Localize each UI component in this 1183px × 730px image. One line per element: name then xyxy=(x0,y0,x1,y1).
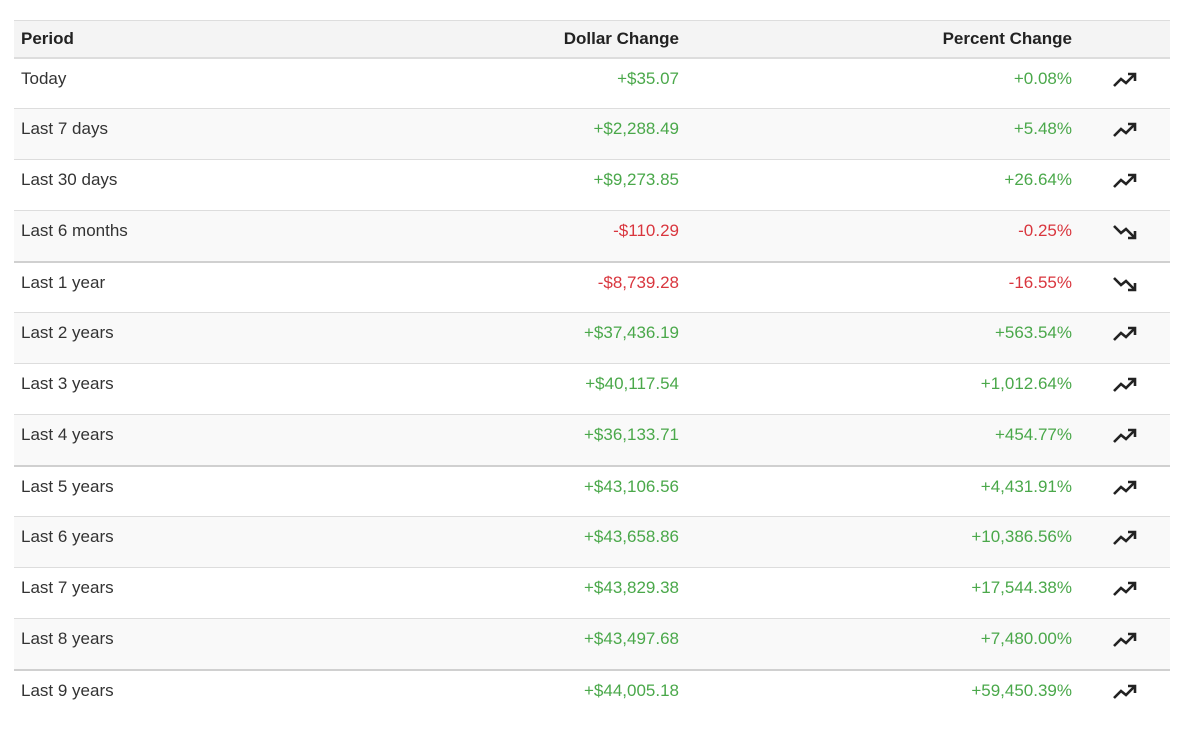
trending-down-icon xyxy=(1112,273,1138,295)
trend-cell xyxy=(1079,58,1170,109)
percent-change-cell: +7,480.00% xyxy=(980,629,1072,648)
trend-cell xyxy=(1079,517,1170,568)
trend-cell xyxy=(1079,211,1170,262)
dollar-change-cell: +$40,117.54 xyxy=(585,374,679,393)
price-change-table-container: Period Dollar Change Percent Change Toda… xyxy=(14,20,1170,721)
trend-cell xyxy=(1079,160,1170,211)
trending-up-icon xyxy=(1112,374,1138,396)
trending-up-icon xyxy=(1112,477,1138,499)
trend-cell xyxy=(1079,109,1170,160)
trending-up-icon xyxy=(1112,681,1138,703)
trend-cell xyxy=(1079,313,1170,364)
dollar-change-cell: +$37,436.19 xyxy=(583,323,679,342)
period-cell: Last 6 years xyxy=(21,527,114,546)
dollar-change-cell: +$43,829.38 xyxy=(583,578,679,597)
period-cell: Last 5 years xyxy=(21,476,114,496)
table-row: Last 7 years +$43,829.38 +17,544.38% xyxy=(14,568,1170,619)
trending-up-icon xyxy=(1112,119,1138,141)
dollar-change-cell: +$43,658.86 xyxy=(583,527,679,546)
trending-up-icon xyxy=(1112,323,1138,345)
column-header-period: Period xyxy=(14,20,414,59)
dollar-change-cell: +$44,005.18 xyxy=(583,680,679,700)
percent-change-cell: +10,386.56% xyxy=(971,527,1072,546)
dollar-change-cell: +$9,273.85 xyxy=(593,170,679,189)
dollar-change-cell: +$36,133.71 xyxy=(583,425,679,444)
table-header: Period Dollar Change Percent Change xyxy=(14,20,1170,59)
period-cell: Last 30 days xyxy=(21,170,118,189)
column-header-percent-change: Percent Change xyxy=(686,20,1079,59)
percent-change-cell: +26.64% xyxy=(1004,170,1072,189)
period-cell: Last 6 months xyxy=(21,221,128,240)
trending-up-icon xyxy=(1112,578,1138,600)
dollar-change-cell: +$2,288.49 xyxy=(593,119,679,138)
table-row: Last 1 year -$8,739.28 -16.55% xyxy=(14,262,1170,313)
dollar-change-cell: +$43,106.56 xyxy=(583,476,679,496)
period-cell: Last 7 years xyxy=(21,578,114,597)
trending-up-icon xyxy=(1112,170,1138,192)
trend-cell xyxy=(1079,568,1170,619)
period-cell: Today xyxy=(21,68,67,88)
table-row: Last 30 days +$9,273.85 +26.64% xyxy=(14,160,1170,211)
trending-up-icon xyxy=(1112,527,1138,549)
period-cell: Last 4 years xyxy=(21,425,114,444)
table-row: Last 6 months -$110.29 -0.25% xyxy=(14,210,1170,262)
table-row: Last 8 years +$43,497.68 +7,480.00% xyxy=(14,618,1170,670)
table-row: Last 2 years +$37,436.19 +563.54% xyxy=(14,312,1170,364)
percent-change-cell: +0.08% xyxy=(1013,68,1072,88)
period-cell: Last 1 year xyxy=(21,272,106,292)
table-body: Today +$35.07 +0.08% Last 7 days +$2,288.49 +… xyxy=(14,58,1170,721)
trend-cell xyxy=(1079,364,1170,415)
table-row: Last 5 years +$43,106.56 +4,431.91% xyxy=(14,466,1170,517)
period-cell: Last 9 years xyxy=(21,680,114,700)
trending-up-icon xyxy=(1112,69,1138,91)
trend-cell xyxy=(1079,262,1170,313)
period-cell: Last 7 days xyxy=(21,119,108,138)
trend-cell xyxy=(1079,670,1170,721)
trend-cell xyxy=(1079,415,1170,466)
column-header-trend xyxy=(1079,20,1170,59)
percent-change-cell: +454.77% xyxy=(994,425,1072,444)
header-row: Period Dollar Change Percent Change xyxy=(14,20,1170,59)
percent-change-cell: +563.54% xyxy=(994,323,1072,342)
trending-up-icon xyxy=(1112,425,1138,447)
table-row: Last 3 years +$40,117.54 +1,012.64% xyxy=(14,364,1170,415)
trend-cell xyxy=(1079,619,1170,670)
period-cell: Last 8 years xyxy=(21,629,114,648)
period-cell: Last 2 years xyxy=(21,323,114,342)
dollar-change-cell: +$35.07 xyxy=(617,68,679,88)
trending-up-icon xyxy=(1112,629,1138,651)
table-row: Last 4 years +$36,133.71 +454.77% xyxy=(14,414,1170,466)
percent-change-cell: +1,012.64% xyxy=(980,374,1072,393)
table-row: Last 6 years +$43,658.86 +10,386.56% xyxy=(14,516,1170,568)
table-row: Last 9 years +$44,005.18 +59,450.39% xyxy=(14,670,1170,721)
column-header-dollar-change: Dollar Change xyxy=(414,20,686,59)
percent-change-cell: -0.25% xyxy=(1018,221,1072,240)
table-row: Last 7 days +$2,288.49 +5.48% xyxy=(14,108,1170,160)
dollar-change-cell: -$8,739.28 xyxy=(597,272,679,292)
percent-change-cell: +5.48% xyxy=(1013,119,1072,138)
percent-change-cell: +4,431.91% xyxy=(980,476,1072,496)
percent-change-cell: +59,450.39% xyxy=(971,680,1072,700)
table-row: Today +$35.07 +0.08% xyxy=(14,58,1170,109)
dollar-change-cell: +$43,497.68 xyxy=(583,629,679,648)
price-change-table: Period Dollar Change Percent Change Toda… xyxy=(14,20,1170,721)
trending-down-icon xyxy=(1112,221,1138,243)
period-cell: Last 3 years xyxy=(21,374,114,393)
dollar-change-cell: -$110.29 xyxy=(613,221,679,240)
percent-change-cell: +17,544.38% xyxy=(971,578,1072,597)
trend-cell xyxy=(1079,466,1170,517)
percent-change-cell: -16.55% xyxy=(1008,272,1072,292)
